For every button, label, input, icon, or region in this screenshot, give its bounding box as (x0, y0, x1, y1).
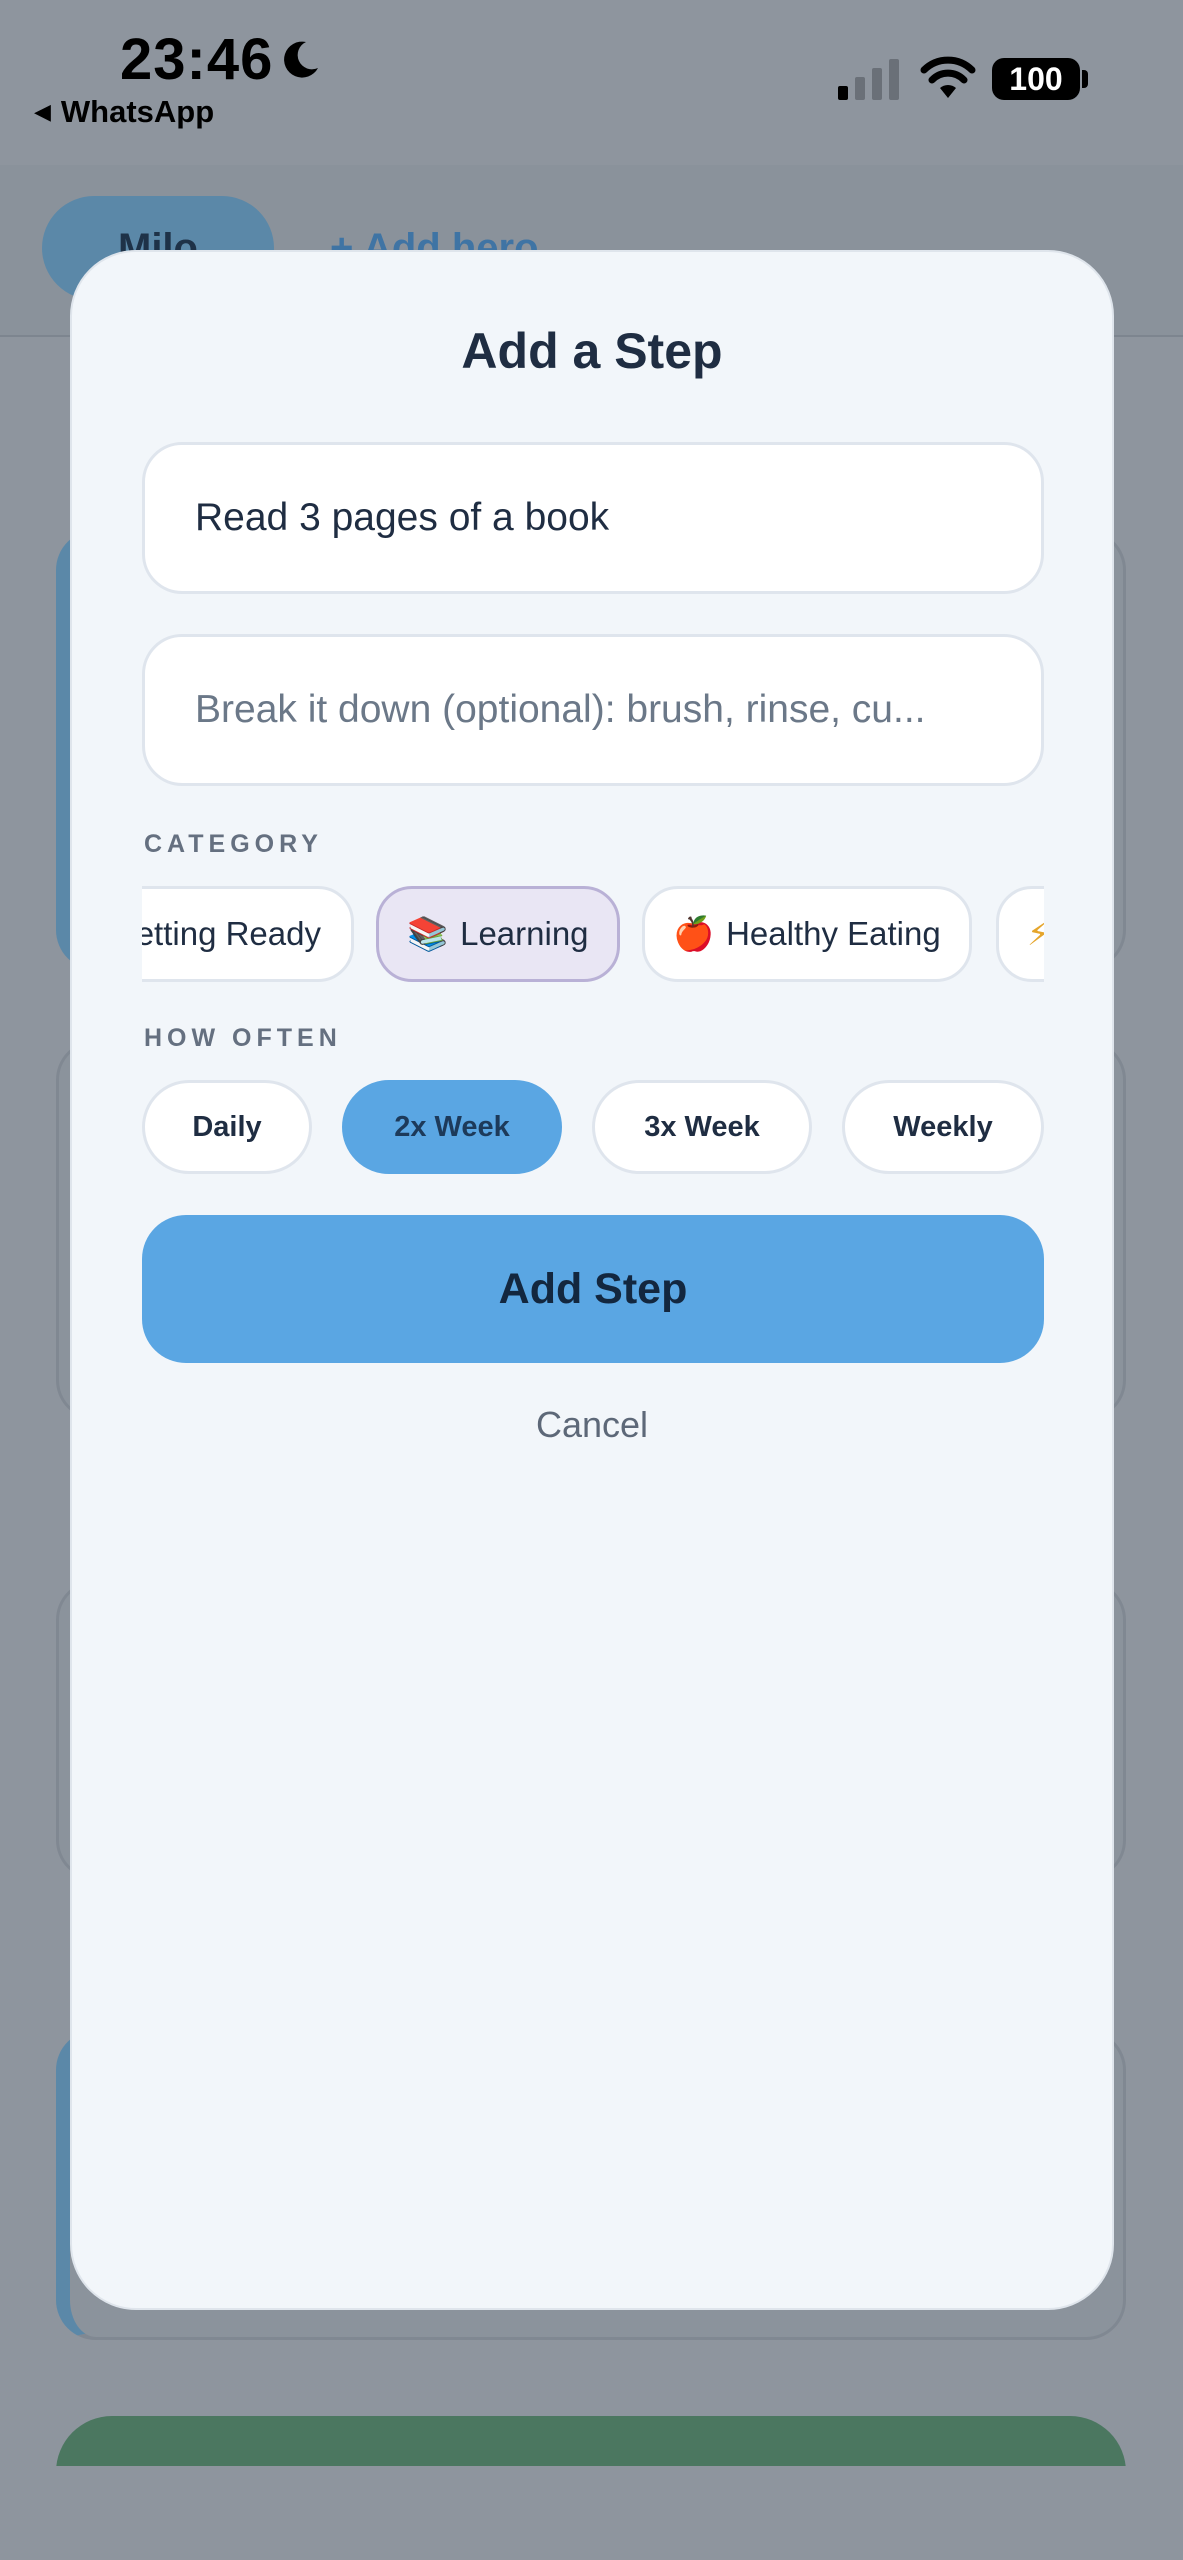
add-step-button[interactable]: Add Step (142, 1215, 1044, 1363)
category-chip-energy[interactable]: ⚡ (996, 886, 1044, 982)
modal-title: Add a Step (461, 323, 723, 379)
category-chip-label: Learning (460, 915, 589, 952)
frequency-2x-week-button[interactable]: 2x Week (342, 1080, 562, 1174)
clock: 23:46 (120, 27, 274, 92)
how-often-label: HOW OFTEN (144, 1024, 342, 1052)
frequency-daily-button[interactable]: Daily (142, 1080, 312, 1174)
category-chip-label: Healthy Eating (726, 915, 941, 952)
back-caret-icon: ◀ (34, 99, 51, 124)
cellular-signal-icon (838, 59, 899, 100)
lightning-icon: ⚡ (1027, 915, 1044, 952)
category-chip-learning[interactable]: 📚 Learning (376, 886, 620, 982)
moon-icon (284, 41, 318, 78)
books-icon: 📚 (407, 915, 449, 952)
step-name-input[interactable]: Read 3 pages of a book (142, 442, 1044, 594)
background-footer (0, 2466, 1183, 2560)
add-step-modal: Add a Step Read 3 pages of a book Break … (70, 250, 1114, 2310)
status-bar: 23:46 ◀ WhatsApp 100 (0, 0, 1183, 150)
category-chip-label: Getting Ready (142, 915, 321, 952)
category-label: CATEGORY (144, 830, 323, 858)
frequency-3x-week-button[interactable]: 3x Week (592, 1080, 812, 1174)
category-chip-healthy-eating[interactable]: 🍎 Healthy Eating (642, 886, 972, 982)
frequency-weekly-button[interactable]: Weekly (842, 1080, 1044, 1174)
step-breakdown-input[interactable]: Break it down (optional): brush, rinse, … (142, 634, 1044, 786)
cancel-button[interactable]: Cancel (72, 1404, 1112, 1446)
category-chip-row[interactable]: Getting Ready 📚Learning 🍎Healthy Eating … (142, 884, 1044, 984)
apple-icon: 🍎 (673, 915, 715, 952)
category-chip-getting-ready[interactable]: Getting Ready (142, 886, 354, 982)
back-to-app-link[interactable]: ◀ WhatsApp (34, 94, 214, 130)
wifi-icon (920, 56, 976, 98)
back-app-label: WhatsApp (60, 94, 215, 129)
battery-nub (1082, 70, 1088, 88)
battery-indicator: 100 (992, 58, 1080, 100)
